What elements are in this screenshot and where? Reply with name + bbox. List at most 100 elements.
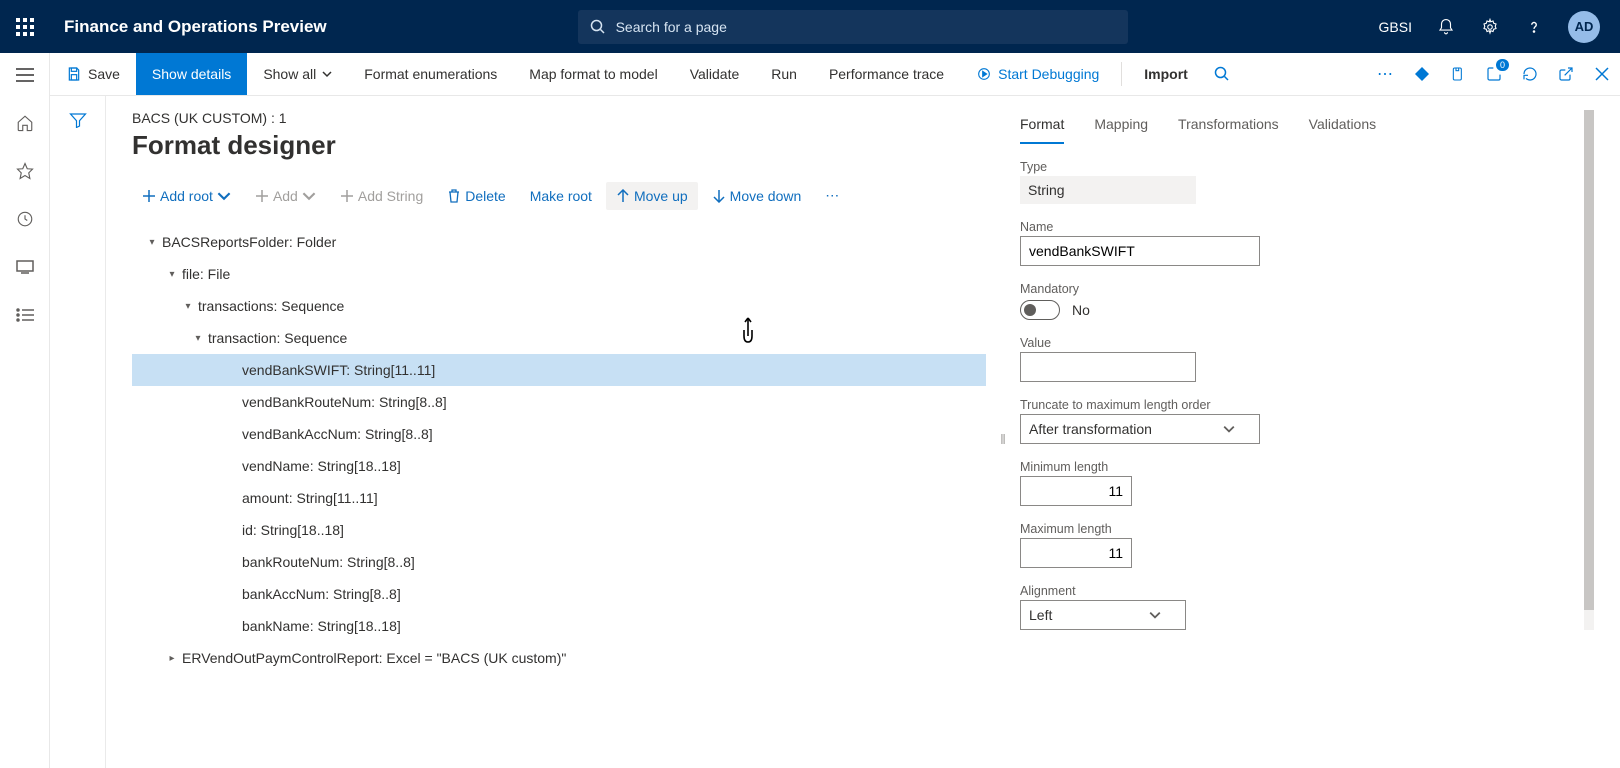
settings-button[interactable] (1480, 17, 1500, 37)
favorites-nav[interactable] (15, 161, 35, 181)
performance-trace-button[interactable]: Performance trace (813, 53, 960, 95)
search-placeholder: Search for a page (616, 19, 727, 35)
more-toolbar-button[interactable]: ⋯ (1368, 53, 1404, 95)
refresh-toolbar-button[interactable] (1512, 53, 1548, 95)
tree-row[interactable]: vendName: String[18..18] (132, 450, 986, 482)
move-down-button[interactable]: Move down (702, 182, 812, 210)
diamond-toolbar-button[interactable] (1404, 53, 1440, 95)
properties-scrollbar[interactable] (1584, 110, 1594, 630)
tab-validations[interactable]: Validations (1309, 110, 1376, 144)
trash-icon (447, 189, 461, 203)
mandatory-toggle[interactable] (1020, 300, 1060, 320)
org-label[interactable]: GBSI (1379, 19, 1412, 35)
field-value: Value (1020, 336, 1594, 382)
field-alignment: Alignment Left (1020, 584, 1594, 630)
avatar[interactable]: AD (1568, 11, 1600, 43)
start-debugging-button[interactable]: Start Debugging (960, 53, 1115, 95)
main-wrap: Save Show details Show all Format enumer… (50, 53, 1620, 768)
tab-transformations[interactable]: Transformations (1178, 110, 1279, 144)
tree-row[interactable]: id: String[18..18] (132, 514, 986, 546)
caret-down-icon[interactable]: ▾ (142, 237, 162, 248)
filter-button[interactable] (69, 112, 87, 768)
app-launcher-button[interactable] (0, 18, 50, 36)
tree-label: transaction: Sequence (208, 330, 347, 346)
move-up-button[interactable]: Move up (606, 182, 698, 210)
max-input[interactable] (1020, 538, 1132, 568)
waffle-icon (16, 18, 34, 36)
splitter-handle[interactable]: ‖ (996, 110, 1010, 768)
search-input[interactable]: Search for a page (578, 10, 1128, 44)
attach-icon (1450, 66, 1466, 82)
tab-mapping[interactable]: Mapping (1094, 110, 1148, 144)
value-input[interactable] (1020, 352, 1196, 382)
more-actions-button[interactable]: ⋯ (815, 181, 851, 210)
min-input[interactable] (1020, 476, 1132, 506)
caret-right-icon[interactable]: ▸ (162, 653, 182, 664)
search-icon (1214, 66, 1230, 82)
align-select[interactable]: Left (1020, 600, 1186, 630)
arrow-up-icon (616, 189, 630, 203)
tab-format[interactable]: Format (1020, 110, 1064, 144)
filter-icon (69, 112, 87, 128)
search-toolbar-button[interactable] (1204, 53, 1240, 95)
tree-row[interactable]: bankName: String[18..18] (132, 610, 986, 642)
mandatory-value: No (1072, 302, 1090, 318)
tree-row[interactable]: ▾transactions: Sequence (132, 290, 986, 322)
content: BACS (UK CUSTOM) : 1 Format designer Add… (106, 96, 1620, 768)
value-label: Value (1020, 336, 1594, 350)
designer-action-bar: Add root Add Add String (132, 181, 986, 210)
tree-row[interactable]: vendBankRouteNum: String[8..8] (132, 386, 986, 418)
properties-panel: Format Mapping Transformations Validatio… (1010, 110, 1594, 768)
home-nav[interactable] (15, 113, 35, 133)
content-row: BACS (UK CUSTOM) : 1 Format designer Add… (50, 96, 1620, 768)
map-format-button[interactable]: Map format to model (513, 53, 673, 95)
add-root-button[interactable]: Add root (132, 182, 241, 210)
tree-label: bankAccNum: String[8..8] (242, 586, 401, 602)
notifications-button[interactable] (1436, 17, 1456, 37)
hamburger-icon (16, 68, 34, 82)
format-enumerations-button[interactable]: Format enumerations (348, 53, 513, 95)
type-label: Type (1020, 160, 1594, 174)
modules-nav[interactable] (15, 305, 35, 325)
add-button[interactable]: Add (245, 182, 326, 210)
run-button[interactable]: Run (755, 53, 813, 95)
import-button[interactable]: Import (1128, 53, 1204, 95)
caret-down-icon[interactable]: ▾ (162, 269, 182, 280)
link-toolbar-button[interactable]: 0 (1476, 53, 1512, 95)
popout-toolbar-button[interactable] (1548, 53, 1584, 95)
tree-row[interactable]: ▾file: File (132, 258, 986, 290)
caret-down-icon[interactable]: ▾ (188, 333, 208, 344)
tree-row[interactable]: amount: String[11..11] (132, 482, 986, 514)
tree-row[interactable]: ▾BACSReportsFolder: Folder (132, 226, 986, 258)
tree-row[interactable]: bankRouteNum: String[8..8] (132, 546, 986, 578)
save-button[interactable]: Save (50, 53, 136, 95)
tree-row[interactable]: bankAccNum: String[8..8] (132, 578, 986, 610)
plus-icon (340, 189, 354, 203)
validate-button[interactable]: Validate (674, 53, 756, 95)
tree-row[interactable]: ▾transaction: Sequence (132, 322, 986, 354)
add-string-button[interactable]: Add String (330, 182, 433, 210)
show-all-button[interactable]: Show all (247, 53, 348, 95)
delete-button[interactable]: Delete (437, 182, 515, 210)
field-type: Type String (1020, 160, 1594, 204)
caret-down-icon[interactable]: ▾ (178, 301, 198, 312)
link-badge: 0 (1496, 59, 1509, 71)
close-toolbar-button[interactable] (1584, 53, 1620, 95)
breadcrumb: BACS (UK CUSTOM) : 1 (132, 110, 986, 126)
help-button[interactable] (1524, 17, 1544, 37)
make-root-button[interactable]: Make root (520, 182, 602, 210)
tree-row[interactable]: vendBankAccNum: String[8..8] (132, 418, 986, 450)
field-min-length: Minimum length (1020, 460, 1594, 506)
hamburger-button[interactable] (15, 65, 35, 85)
tree-label: vendBankAccNum: String[8..8] (242, 426, 433, 442)
attach-toolbar-button[interactable] (1440, 53, 1476, 95)
workspaces-nav[interactable] (15, 257, 35, 277)
show-details-button[interactable]: Show details (136, 53, 247, 95)
chevron-down-icon (1149, 609, 1161, 621)
truncate-select[interactable]: After transformation (1020, 414, 1260, 444)
recent-nav[interactable] (15, 209, 35, 229)
tree-row[interactable]: ▸ERVendOutPaymControlReport: Excel = "BA… (132, 642, 986, 674)
tree-row[interactable]: vendBankSWIFT: String[11..11] (132, 354, 986, 386)
name-label: Name (1020, 220, 1594, 234)
name-input[interactable] (1020, 236, 1260, 266)
